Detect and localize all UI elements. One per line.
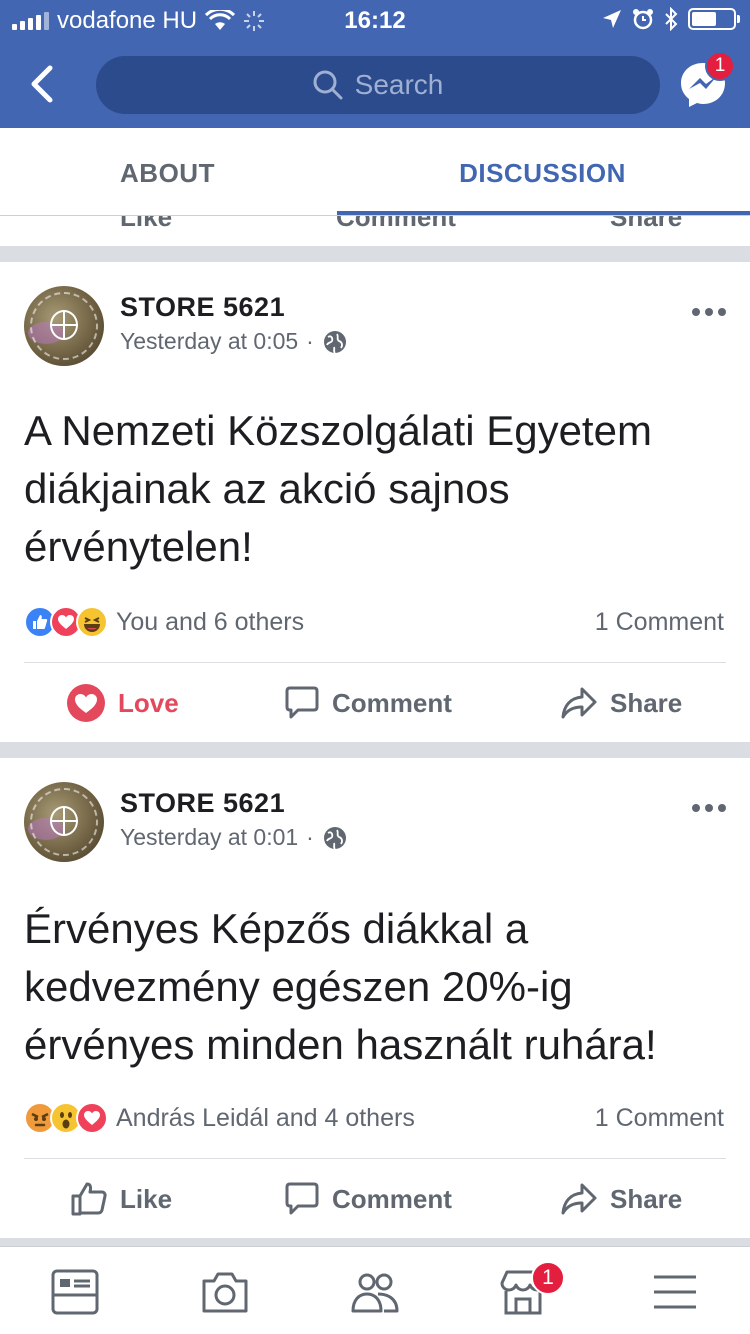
more-options-icon[interactable] xyxy=(692,804,726,814)
page-avatar[interactable] xyxy=(24,286,104,366)
comment-label: Comment xyxy=(332,687,452,718)
comment-count[interactable]: 1 Comment xyxy=(595,608,724,637)
page-avatar[interactable] xyxy=(24,782,104,862)
haha-reaction-icon xyxy=(76,606,108,638)
post-card: STORE 5621 Yesterday at 0:05 · A Nemzeti… xyxy=(0,262,750,742)
thumbs-up-icon xyxy=(71,1182,107,1216)
comment-label: Comment xyxy=(332,1183,452,1214)
like-button[interactable]: Like xyxy=(70,1159,172,1239)
love-icon xyxy=(67,684,105,722)
news-feed-icon[interactable] xyxy=(50,1267,100,1317)
post-card: STORE 5621 Yesterday at 0:01 · Érvényes … xyxy=(0,758,750,1238)
app-screen: vodafone HU 16:12 Search 1 ABOUT DISCUSS… xyxy=(0,0,750,1334)
bottom-navigation xyxy=(0,1246,750,1334)
love-label: Love xyxy=(118,687,179,718)
love-reaction-icon xyxy=(76,1102,108,1134)
share-button[interactable]: Share xyxy=(560,663,682,743)
more-options-icon[interactable] xyxy=(692,308,726,318)
post-actions: Love Comment Share xyxy=(0,663,750,743)
friends-icon[interactable] xyxy=(350,1267,400,1317)
reaction-text: András Leidál and 4 others xyxy=(116,1103,415,1132)
status-bar: vodafone HU 16:12 xyxy=(0,0,750,40)
comment-count[interactable]: 1 Comment xyxy=(595,1104,724,1133)
post-time: Yesterday at 0:01 xyxy=(120,824,299,850)
bluetooth-icon xyxy=(665,7,678,31)
previous-post-actions: Like Comment Share xyxy=(0,216,750,246)
love-button[interactable]: Love xyxy=(66,663,179,743)
comment-button[interactable]: Comment xyxy=(284,1159,452,1239)
tab-discussion[interactable]: DISCUSSION xyxy=(335,158,750,189)
location-arrow-icon xyxy=(603,10,621,28)
comment-icon xyxy=(285,1182,319,1215)
reaction-text: You and 6 others xyxy=(116,607,305,636)
share-icon xyxy=(561,1183,597,1215)
page-tabs: ABOUT DISCUSSION xyxy=(0,128,750,216)
tab-about[interactable]: ABOUT xyxy=(0,158,335,189)
comment-icon xyxy=(285,686,319,719)
post-time: Yesterday at 0:05 xyxy=(120,328,299,354)
post-text: A Nemzeti Közszolgálati Egyetem diákjain… xyxy=(24,407,652,570)
previous-share-label[interactable]: Share xyxy=(610,216,682,233)
top-bar: vodafone HU 16:12 Search 1 xyxy=(0,0,750,128)
search-input[interactable]: Search xyxy=(96,56,660,114)
menu-icon[interactable] xyxy=(650,1267,700,1317)
search-placeholder: Search xyxy=(354,69,444,100)
messenger-badge: 1 xyxy=(705,51,735,81)
reaction-summary[interactable]: András Leidál and 4 others xyxy=(24,1102,415,1134)
previous-like-label[interactable]: Like xyxy=(120,216,172,233)
post-actions: Like Comment Share xyxy=(0,1159,750,1239)
post-author[interactable]: STORE 5621 xyxy=(120,788,285,819)
post-text: Érvényes Képzős diákkal a kedvezmény egé… xyxy=(24,905,657,1068)
like-label: Like xyxy=(120,1183,173,1214)
alarm-icon xyxy=(633,9,653,30)
globe-icon xyxy=(323,330,346,354)
search-icon xyxy=(313,70,343,100)
marketplace-badge: 1 xyxy=(531,1261,565,1295)
camera-icon[interactable] xyxy=(200,1267,250,1317)
post-separator: · xyxy=(306,824,314,850)
post-timestamp[interactable]: Yesterday at 0:05 · xyxy=(120,328,348,355)
share-icon xyxy=(561,687,597,719)
previous-comment-label[interactable]: Comment xyxy=(336,216,456,233)
battery-icon xyxy=(688,8,740,30)
reaction-summary[interactable]: You and 6 others xyxy=(24,606,304,638)
share-label: Share xyxy=(610,1183,683,1214)
post-separator: · xyxy=(306,328,314,354)
globe-icon xyxy=(323,826,346,850)
comment-button[interactable]: Comment xyxy=(284,663,452,743)
post-timestamp[interactable]: Yesterday at 0:01 · xyxy=(120,824,348,851)
share-label: Share xyxy=(610,687,683,718)
share-button[interactable]: Share xyxy=(560,1159,682,1239)
post-author[interactable]: STORE 5621 xyxy=(120,292,285,323)
active-tab-indicator xyxy=(337,211,750,215)
back-arrow-icon[interactable] xyxy=(22,62,62,106)
